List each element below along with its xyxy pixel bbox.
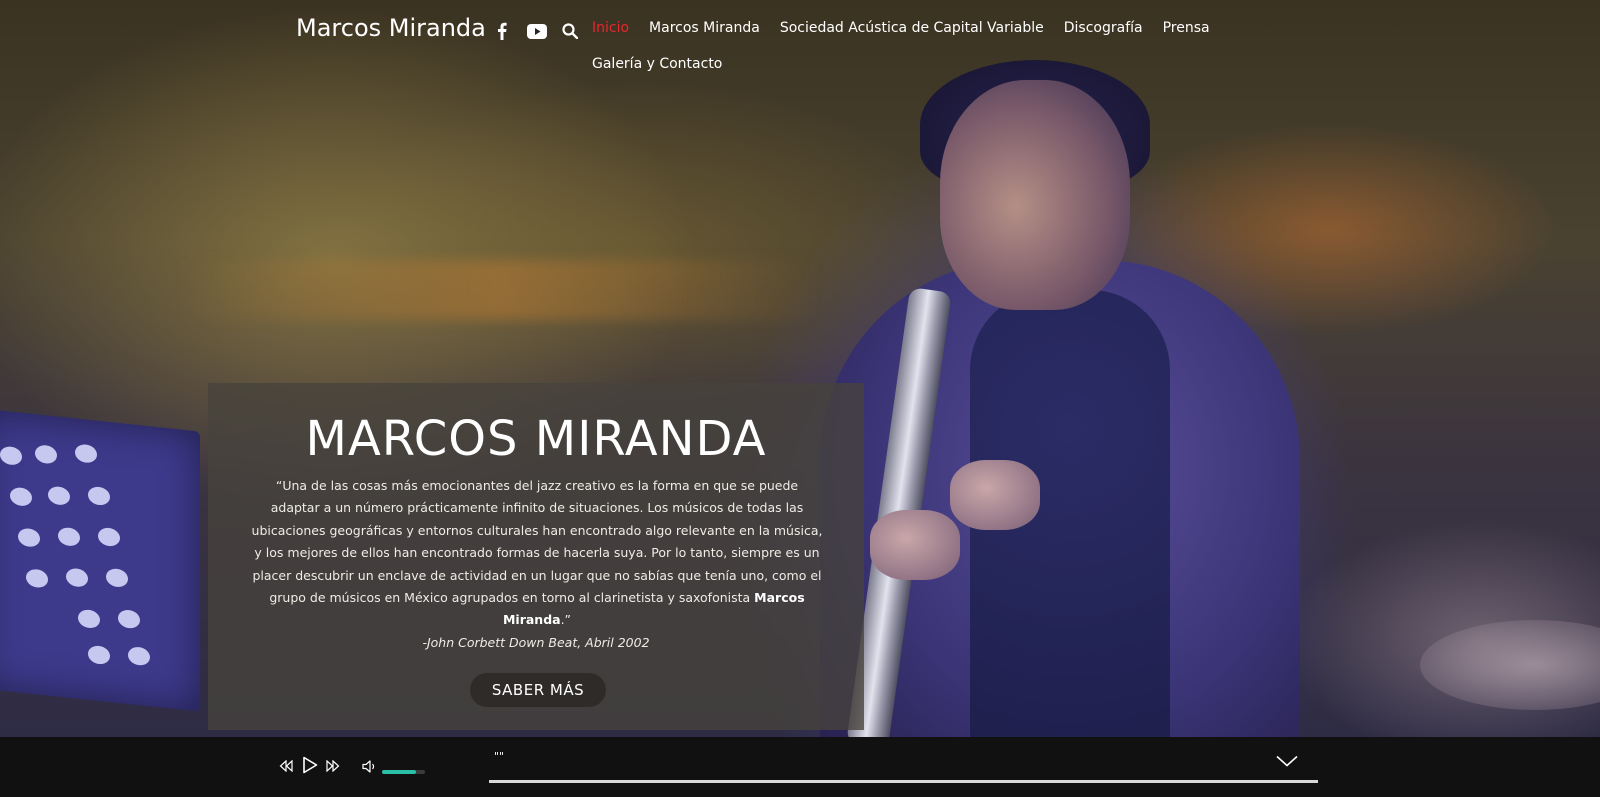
hero-card: MARCOS MIRANDA “Una de las cosas más emo… [208, 383, 864, 730]
saber-mas-button[interactable]: SABER MÁS [470, 673, 606, 707]
audio-player: "" [0, 737, 1600, 797]
site-title[interactable]: Marcos Miranda [296, 14, 486, 42]
hero-quote-text: “Una de las cosas más emocionantes del j… [251, 478, 823, 606]
nav-item-sociedad-acustica[interactable]: Sociedad Acústica de Capital Variable [780, 20, 1044, 36]
track-title: "" [494, 750, 505, 763]
volume-slider[interactable] [382, 770, 425, 774]
search-icon[interactable] [561, 20, 579, 42]
hero-quote-end: .” [560, 612, 572, 628]
music-stand [0, 408, 200, 712]
progress-bar[interactable] [489, 780, 1318, 783]
youtube-icon[interactable] [526, 20, 548, 42]
previous-icon[interactable] [278, 758, 294, 774]
nav-item-prensa[interactable]: Prensa [1163, 20, 1210, 36]
facebook-icon[interactable] [495, 20, 509, 42]
volume-icon[interactable] [361, 758, 377, 774]
main-nav: Inicio Marcos Miranda Sociedad Acústica … [592, 20, 1210, 72]
hero-quote: “Una de las cosas más emocionantes del j… [250, 475, 824, 632]
nav-row-1: Inicio Marcos Miranda Sociedad Acústica … [592, 20, 1210, 36]
next-icon[interactable] [325, 758, 341, 774]
nav-item-marcos-miranda[interactable]: Marcos Miranda [649, 20, 760, 36]
progress-fill [489, 780, 1318, 783]
chevron-down-icon[interactable] [1275, 751, 1299, 771]
background-light-band [180, 260, 820, 320]
hero-citation: -John Corbett Down Beat, Abril 2002 [422, 635, 650, 650]
nav-row-2: Galería y Contacto [592, 56, 1192, 72]
play-icon[interactable] [300, 755, 320, 775]
nav-item-discografia[interactable]: Discografía [1064, 20, 1143, 36]
hero-title: MARCOS MIRANDA [305, 411, 767, 467]
nav-item-galeria-contacto[interactable]: Galería y Contacto [592, 56, 722, 72]
volume-level [382, 770, 417, 774]
musician-photo [800, 40, 1320, 780]
nav-item-inicio[interactable]: Inicio [592, 20, 629, 36]
